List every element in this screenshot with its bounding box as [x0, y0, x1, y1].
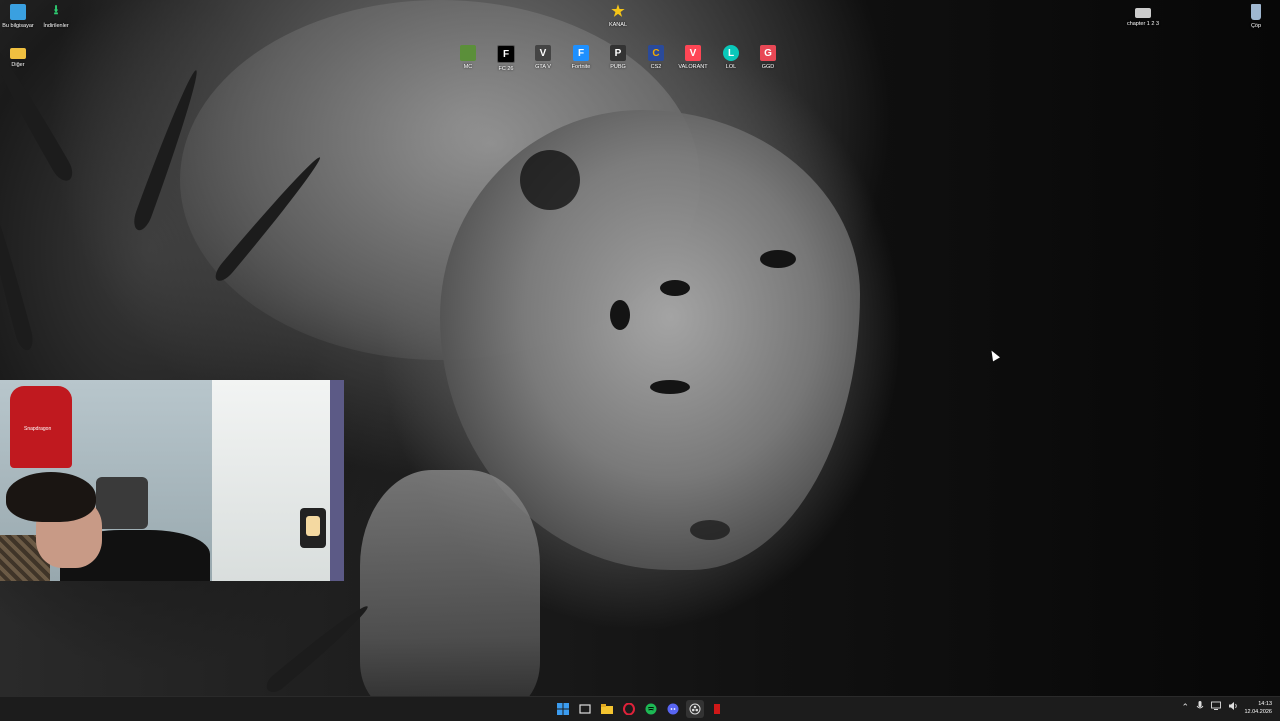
task-view-button[interactable] [576, 700, 594, 718]
desktop-icon-downloads[interactable]: ⭳ İndirilenler [34, 2, 78, 29]
network-icon[interactable] [1211, 701, 1221, 713]
webcam-lamp [300, 508, 326, 548]
discord-button[interactable] [664, 700, 682, 718]
valorant-icon: V [685, 45, 701, 61]
tiger-stripe [610, 300, 630, 330]
pubg-icon: P [610, 45, 626, 61]
ggd-icon: G [760, 45, 776, 61]
webcam-overlay: Snapdragon [0, 380, 344, 581]
lol-icon: L [723, 45, 739, 61]
discord-icon [667, 703, 679, 715]
gtav-icon: V [535, 45, 551, 61]
chevron-up-icon[interactable]: ⌃ [1181, 702, 1189, 713]
start-button[interactable] [554, 700, 572, 718]
red-app-button[interactable] [708, 700, 726, 718]
tiger-eye [650, 380, 690, 394]
webcam-edge [330, 380, 344, 581]
recycle-bin-icon [1251, 4, 1261, 20]
obs-button[interactable] [686, 700, 704, 718]
spotify-icon [645, 703, 657, 715]
opera-button[interactable] [620, 700, 638, 718]
clock-date: 12.04.2026 [1244, 709, 1272, 715]
red-app-icon [714, 704, 720, 714]
tiger-stripe [660, 280, 690, 296]
system-tray: ⌃ [1181, 701, 1238, 713]
folder-icon [10, 48, 26, 59]
spotify-button[interactable] [642, 700, 660, 718]
download-icon: ⭳ [53, 2, 59, 17]
jersey-sponsor: Snapdragon [24, 426, 52, 432]
fortnite-icon: F [573, 45, 589, 61]
lamp-glow [306, 516, 320, 536]
video-file-icon [1135, 8, 1151, 18]
clock-time: 14:13 [1258, 701, 1272, 707]
webcam-chair [96, 477, 148, 529]
desktop-icon-chapter-video[interactable]: chapter 1 2 3 [1121, 5, 1165, 27]
tiger-ear-shadow [520, 150, 580, 210]
file-explorer-button[interactable] [598, 700, 616, 718]
task-view-icon [579, 704, 591, 714]
windows-start-icon [557, 703, 569, 715]
taskbar: ⌃ 14:13 12.04.2026 [0, 696, 1280, 721]
taskbar-clock[interactable]: 14:13 12.04.2026 [1244, 700, 1272, 716]
star-icon: ★ [611, 3, 625, 20]
webcam-person-hair [6, 472, 96, 522]
obs-icon [689, 703, 701, 715]
webcam-door [212, 380, 344, 581]
webcam-jersey: Snapdragon [10, 386, 72, 468]
desktop-icon-ggd[interactable]: G GGD [746, 45, 790, 70]
computer-icon [10, 4, 26, 20]
file-explorer-icon [601, 704, 613, 714]
tiger-nose [690, 520, 730, 540]
taskbar-apps [554, 700, 726, 718]
plant-leaf [0, 183, 36, 353]
minecraft-icon [460, 45, 476, 61]
desktop-icon-other-folder[interactable]: Diğer [0, 45, 40, 68]
volume-icon[interactable] [1228, 701, 1238, 713]
fc26-icon: F [497, 45, 515, 63]
tiger-leg [360, 470, 540, 696]
plant-leaf [262, 600, 373, 696]
opera-icon [623, 703, 635, 715]
desktop-icon-kanal[interactable]: ★ KANAL [596, 3, 640, 28]
microphone-icon[interactable] [1196, 701, 1204, 713]
desktop-icon-recycle-bin[interactable]: Çöp [1234, 4, 1278, 29]
cs2-icon: C [648, 45, 664, 61]
tiger-stripe [760, 250, 796, 268]
desktop-wallpaper [0, 0, 1280, 696]
